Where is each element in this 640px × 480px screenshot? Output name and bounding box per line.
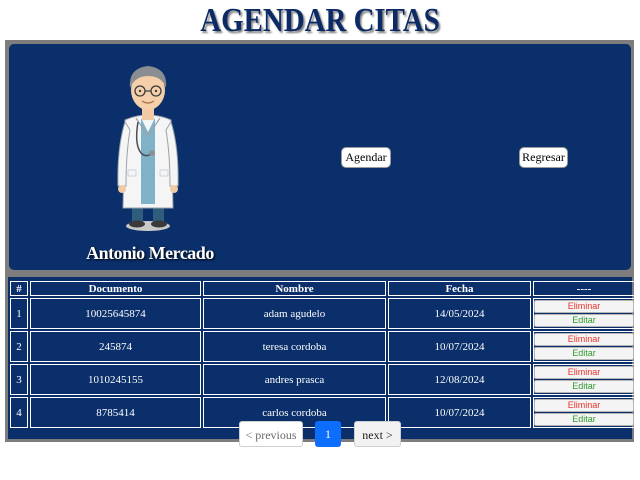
next-page-button[interactable]: next > xyxy=(354,421,401,447)
header-documento: Documento xyxy=(30,281,201,296)
table-row: 3 1010245155 andres prasca 12/08/2024 El… xyxy=(10,364,635,395)
header-fecha: Fecha xyxy=(388,281,531,296)
editar-button[interactable]: Editar xyxy=(534,380,634,393)
editar-button[interactable]: Editar xyxy=(534,413,634,426)
row-actions: Eliminar Editar xyxy=(533,298,635,329)
agendar-button[interactable]: Agendar xyxy=(341,147,391,168)
eliminar-button[interactable]: Eliminar xyxy=(534,333,634,346)
editar-button[interactable]: Editar xyxy=(534,347,634,360)
page-1-button[interactable]: 1 xyxy=(315,421,341,447)
doctor-illustration xyxy=(117,66,179,231)
appointments-table: # Documento Nombre Fecha ---- 1 10025645… xyxy=(8,279,637,430)
row-nombre: andres prasca xyxy=(203,364,386,395)
table-row: 2 245874 teresa cordoba 10/07/2024 Elimi… xyxy=(10,331,635,362)
eliminar-button[interactable]: Eliminar xyxy=(534,366,634,379)
row-fecha: 10/07/2024 xyxy=(388,331,531,362)
table-header-row: # Documento Nombre Fecha ---- xyxy=(10,281,635,296)
previous-page-button[interactable]: < previous xyxy=(239,421,303,447)
row-documento: 10025645874 xyxy=(30,298,201,329)
header-num: # xyxy=(10,281,28,296)
row-num: 2 xyxy=(10,331,28,362)
row-actions: Eliminar Editar xyxy=(533,331,635,362)
row-fecha: 14/05/2024 xyxy=(388,298,531,329)
row-num: 1 xyxy=(10,298,28,329)
row-fecha: 12/08/2024 xyxy=(388,364,531,395)
regresar-button[interactable]: Regresar xyxy=(519,147,568,168)
row-documento: 8785414 xyxy=(30,397,201,428)
row-fecha: 10/07/2024 xyxy=(388,397,531,428)
doctor-name: Antonio Mercado xyxy=(86,243,214,263)
row-actions: Eliminar Editar xyxy=(533,364,635,395)
eliminar-button[interactable]: Eliminar xyxy=(534,300,634,313)
header-actions: ---- xyxy=(533,281,635,296)
row-num: 4 xyxy=(10,397,28,428)
header-nombre: Nombre xyxy=(203,281,386,296)
row-num: 3 xyxy=(10,364,28,395)
eliminar-button[interactable]: Eliminar xyxy=(534,399,634,412)
row-documento: 1010245155 xyxy=(30,364,201,395)
page-title: AGENDAR CITAS xyxy=(200,2,440,39)
row-nombre: teresa cordoba xyxy=(203,331,386,362)
editar-button[interactable]: Editar xyxy=(534,314,634,327)
row-documento: 245874 xyxy=(30,331,201,362)
table-row: 1 10025645874 adam agudelo 14/05/2024 El… xyxy=(10,298,635,329)
row-actions: Eliminar Editar xyxy=(533,397,635,428)
row-nombre: adam agudelo xyxy=(203,298,386,329)
